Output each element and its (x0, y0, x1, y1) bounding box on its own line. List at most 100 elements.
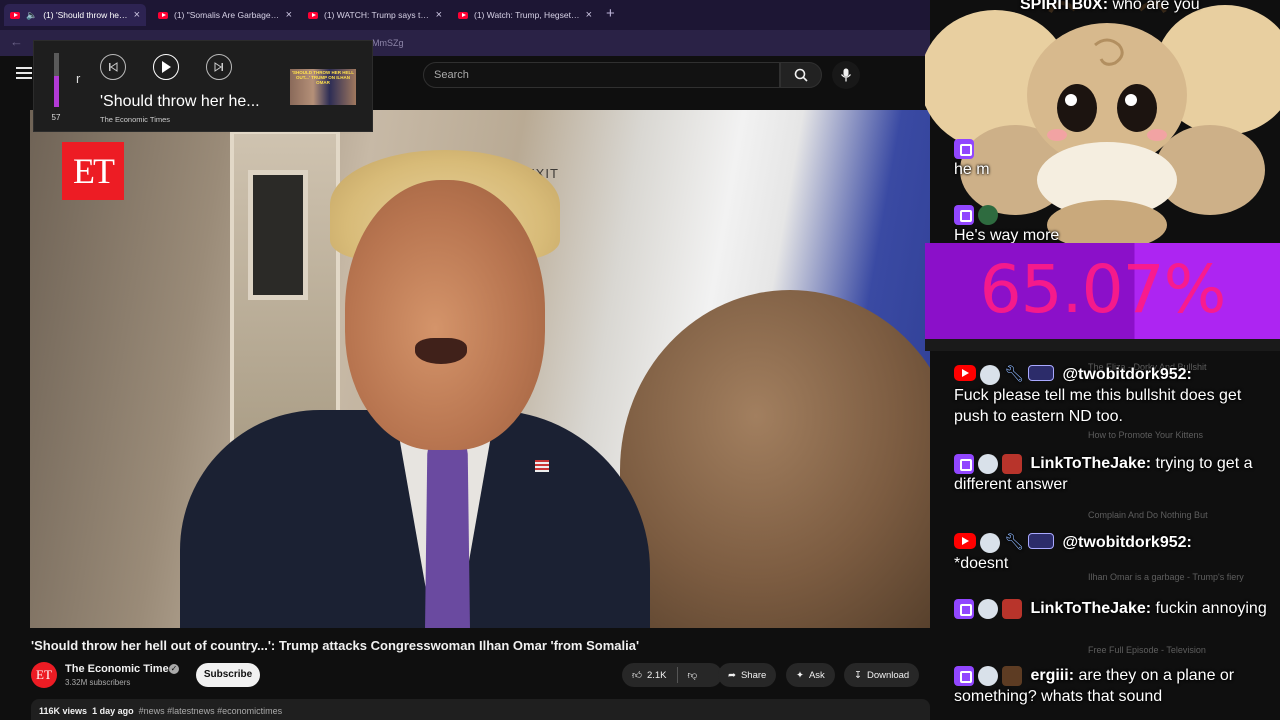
back-arrow-icon[interactable]: ← (10, 34, 23, 49)
thumbs-up-icon[interactable]: 👍︎ (632, 669, 642, 681)
chat-username: @twobitdork952: (1062, 366, 1192, 383)
youtube-favicon-icon (10, 11, 20, 19)
et-logo: ET (62, 142, 124, 200)
thumbs-down-icon[interactable]: 👎︎ (687, 669, 697, 681)
user-avatar-icon (978, 665, 998, 686)
play-button[interactable] (153, 54, 179, 80)
wrench-badge-icon: 🔧︎ (1004, 365, 1025, 383)
close-tab-icon[interactable]: × (286, 9, 292, 21)
share-icon: ➦ (728, 669, 736, 681)
browser-tab-1[interactable]: 🔈 (1) 'Should throw her hell o × (4, 4, 146, 26)
skip-previous-icon (109, 62, 118, 72)
share-label: Share (740, 669, 767, 681)
thumbnail-caption: 'SHOULD THROW HER HELL OUT...' TRUMP ON … (291, 70, 355, 85)
channel-avatar[interactable]: ET (31, 662, 57, 688)
chat-username: LinkToTheJake: (1030, 600, 1152, 617)
chat-username: @twobitdork952: (1062, 534, 1192, 551)
new-tab-icon[interactable]: + (606, 5, 615, 22)
media-channel: The Economic Times (100, 115, 171, 124)
chat-text: Fuck please tell me this bullshit does g… (954, 387, 1242, 425)
youtube-favicon-icon (158, 11, 168, 19)
ask-button[interactable]: ✦ Ask (786, 663, 835, 687)
percentage-value: 65.07% (979, 251, 1227, 328)
chat-username: LinkToTheJake: (1030, 455, 1152, 472)
ghost-text: How to Promote Your Kittens (1088, 430, 1204, 440)
youtube-favicon-icon (308, 11, 318, 19)
hashtags[interactable]: #news #latestnews #economictimes (139, 706, 283, 716)
url-text[interactable]: MmSZg (372, 38, 404, 48)
twitch-badge-icon (954, 453, 974, 474)
browser-tab-strip: 🔈 (1) 'Should throw her hell o × (1) "So… (0, 0, 930, 30)
search-input[interactable]: Search (423, 62, 780, 88)
flag-pin (535, 460, 549, 472)
next-track-button[interactable] (206, 54, 232, 80)
tab-title: (1) WATCH: Trump says the wor (324, 10, 430, 20)
upload-age: 1 day ago (92, 706, 134, 716)
verified-check-icon: ✓ (169, 664, 179, 674)
chat-username: ergiii: (1030, 667, 1075, 684)
hamburger-menu-icon[interactable] (16, 67, 32, 81)
download-button[interactable]: ↧ Download (844, 663, 920, 687)
like-count[interactable]: 2.1K (647, 670, 667, 681)
moth-badge-icon (1002, 665, 1022, 686)
volume-fill (54, 76, 59, 107)
ask-label: Ask (808, 669, 825, 681)
wrench-badge-icon: 🔧︎ (1004, 533, 1025, 551)
view-count: 116K views (39, 706, 88, 716)
user-avatar-icon (980, 532, 1000, 553)
chat-text: fuckin annoying (1155, 600, 1267, 617)
sword-badge-icon (1002, 453, 1022, 474)
skip-next-icon (214, 62, 223, 72)
video-player[interactable]: EXIT ET (30, 110, 930, 628)
chat-message-partial-2: He's way more (954, 204, 1274, 246)
browser-tab-4[interactable]: (1) Watch: Trump, Hegseth prov × (452, 4, 598, 26)
like-dislike-group: 👍︎ 2.1K 👎︎ (622, 663, 722, 687)
video-scene-reporter (620, 290, 930, 628)
member-badge-icon (1028, 364, 1054, 381)
chat-message: LinkToTheJake: trying to get a different… (954, 453, 1274, 495)
share-button[interactable]: ➦ Share (718, 663, 777, 687)
download-label: Download (866, 669, 910, 681)
video-title: 'Should throw her hell out of country...… (31, 638, 640, 653)
close-tab-icon[interactable]: × (436, 9, 442, 21)
browser-tab-3[interactable]: (1) WATCH: Trump says the wor × (302, 4, 448, 26)
video-scene-window (248, 170, 308, 300)
tab-title: (1) Watch: Trump, Hegseth prov (474, 10, 580, 20)
media-thumbnail: 'SHOULD THROW HER HELL OUT...' TRUMP ON … (290, 69, 356, 105)
media-title: 'Should throw her he... (100, 93, 260, 110)
previous-track-button[interactable] (100, 54, 126, 80)
chat-text: who are you (1112, 0, 1200, 13)
chat-message-partial-1: he m (954, 138, 1274, 180)
youtube-favicon-icon (458, 11, 468, 19)
browser-tab-2[interactable]: (1) "Somalis Are Garbage", Trur × (152, 4, 298, 26)
search-icon (794, 68, 808, 82)
chat-message: ergiii: are they on a plane or something… (954, 665, 1274, 707)
video-scene-face (345, 180, 545, 450)
ghost-text: Free Full Episode - Television (1088, 645, 1206, 655)
ghost-text: Complain And Do Nothing But (1088, 510, 1208, 520)
user-avatar-icon (978, 453, 998, 474)
subscribe-button[interactable]: Subscribe (196, 663, 260, 687)
gem-badge-icon (978, 204, 998, 225)
twitch-badge-icon (954, 665, 974, 686)
volume-value: 57 (51, 113, 61, 122)
close-tab-icon[interactable]: × (586, 9, 592, 21)
volume-slider[interactable] (54, 53, 59, 107)
close-tab-icon[interactable]: × (134, 9, 140, 21)
user-avatar-icon (978, 598, 998, 619)
tab-title: (1) 'Should throw her hell o (43, 10, 127, 20)
chat-text: *doesnt (954, 555, 1009, 572)
download-icon: ↧ (854, 669, 862, 681)
media-control-overlay: 57 r 'Should throw her he... The Economi… (33, 40, 373, 132)
search-button[interactable] (780, 62, 822, 88)
twitch-badge-icon (954, 138, 974, 159)
channel-name[interactable]: The Economic Times (65, 663, 175, 675)
speaker-icon: 🔈 (26, 9, 38, 20)
voice-search-button[interactable] (832, 61, 860, 89)
chat-text: he m (954, 161, 990, 178)
sword-badge-icon (1002, 598, 1022, 619)
partial-text: r (76, 71, 81, 86)
chat-message: LinkToTheJake: fuckin annoying (954, 598, 1274, 619)
chat-username: SPIRITB0X: (1020, 0, 1109, 13)
tab-title: (1) "Somalis Are Garbage", Trur (174, 10, 280, 20)
